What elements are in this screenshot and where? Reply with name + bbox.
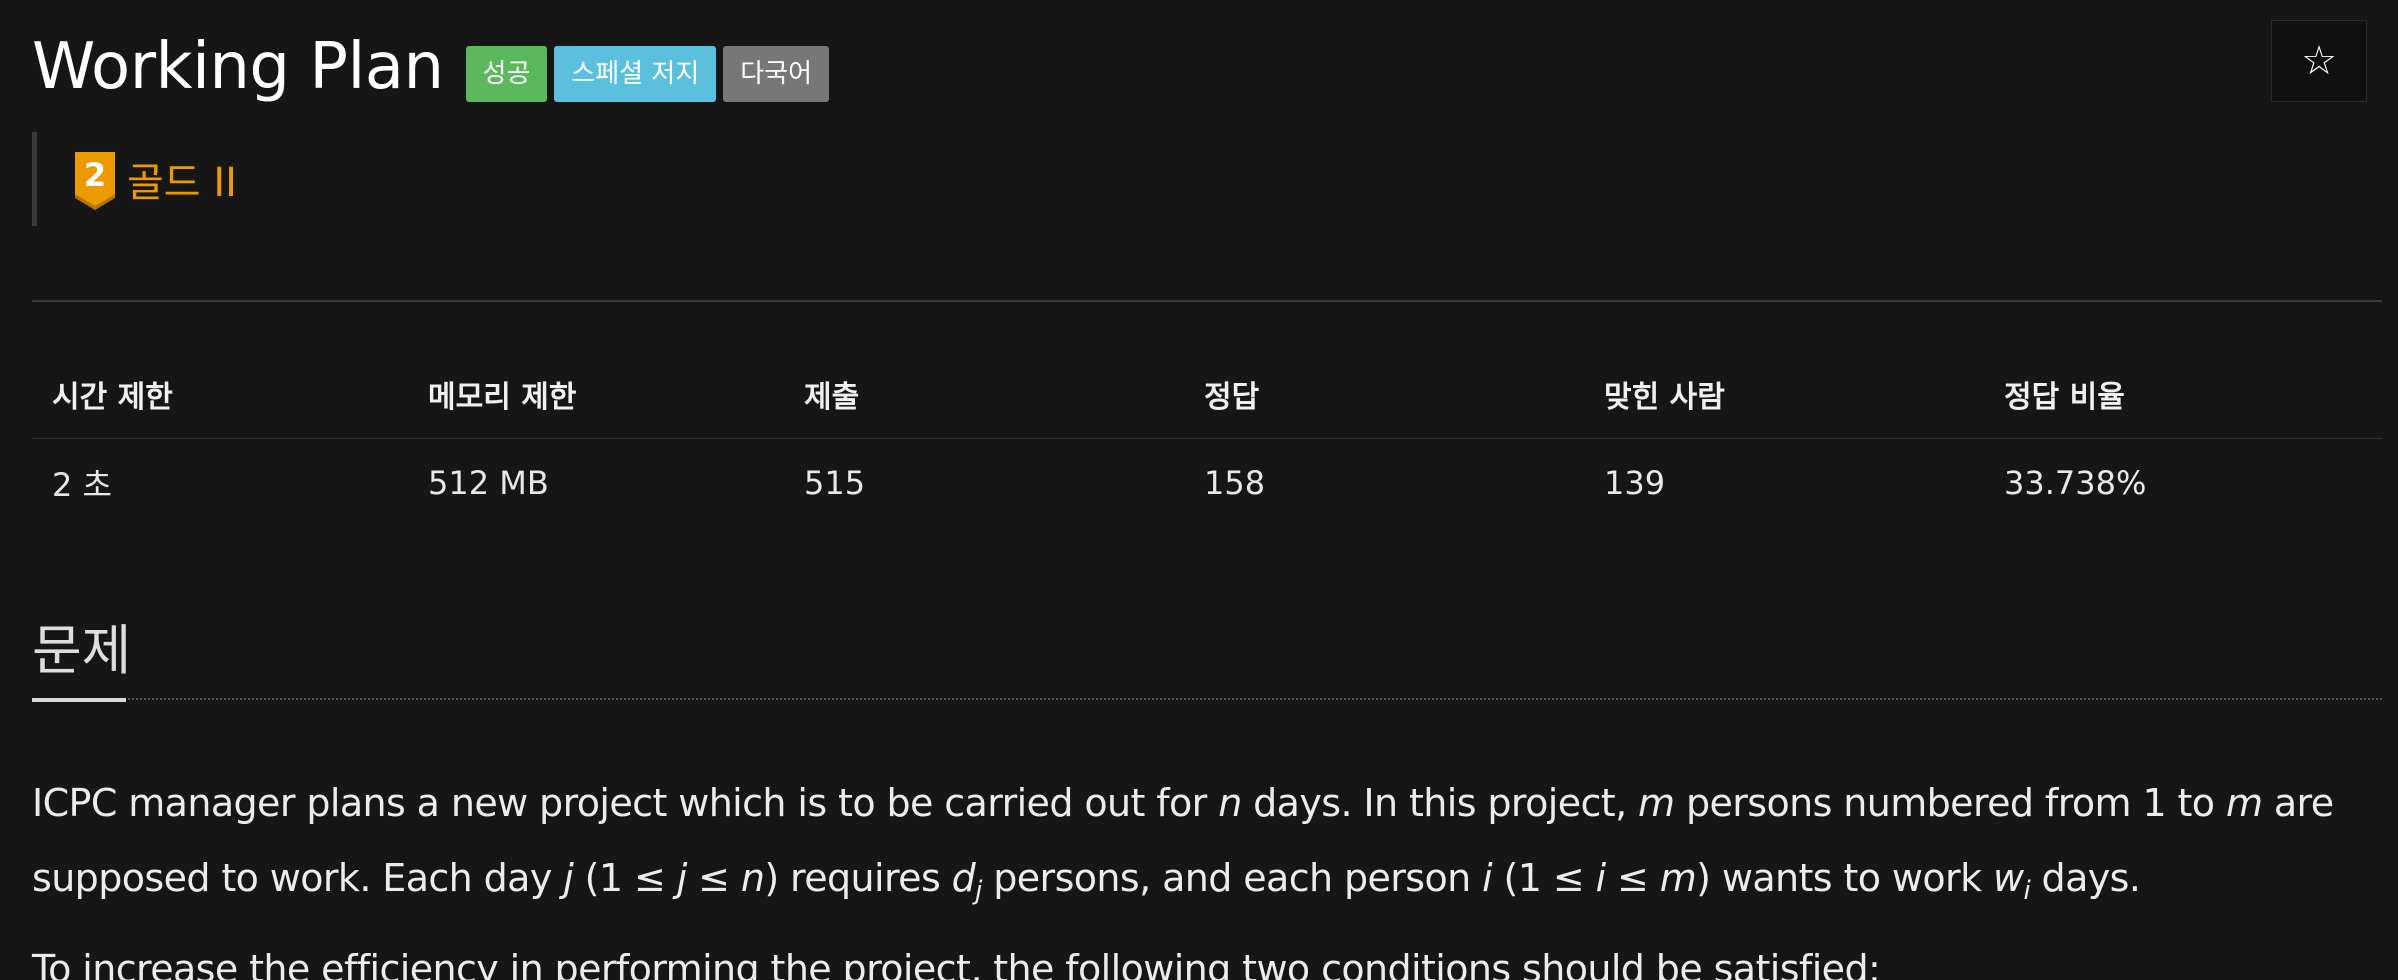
description-line-2: supposed to work. Each day j (1 ≤ j ≤ n)… <box>32 856 2141 906</box>
section-underline <box>32 698 126 702</box>
favorite-button[interactable]: ☆ <box>2271 20 2367 102</box>
tier-blockquote: 2 골드 II <box>32 132 237 226</box>
status-badge-multilingual[interactable]: 다국어 <box>723 46 830 102</box>
value-submissions[interactable]: 515 <box>784 439 1184 528</box>
title-row: Working Plan 성공 스페셜 저지 다국어 <box>32 22 830 112</box>
section-title: 문제 <box>32 619 132 682</box>
problem-info-table: 시간 제한 메모리 제한 제출 정답 맞힌 사람 정답 비율 2 초 512 M… <box>32 350 2382 527</box>
header-accept-ratio: 정답 비율 <box>1984 350 2382 439</box>
table-row: 2 초 512 MB 515 158 139 33.738% <box>32 439 2382 528</box>
header-accepted: 정답 <box>1184 350 1584 439</box>
problem-page: Working Plan 성공 스페셜 저지 다국어 ☆ 2 골드 II 시간 … <box>32 0 2382 980</box>
header-time-limit: 시간 제한 <box>32 350 408 439</box>
description-line-1: ICPC manager plans a new project which i… <box>32 781 2334 825</box>
gold-tier-icon: 2 <box>75 152 115 210</box>
tier-level-text: 2 <box>84 156 106 194</box>
section-dotted-line <box>32 698 2382 700</box>
value-solved-users[interactable]: 139 <box>1584 439 1984 528</box>
header-solved-users: 맞힌 사람 <box>1584 350 1984 439</box>
problem-description: ICPC manager plans a new project which i… <box>32 766 2382 980</box>
value-time-limit: 2 초 <box>52 466 112 504</box>
header-submissions: 제출 <box>784 350 1184 439</box>
value-memory-limit: 512 MB <box>428 464 549 502</box>
divider <box>32 300 2382 302</box>
description-line-3: To increase the efficiency in performing… <box>32 947 1881 980</box>
value-accepted[interactable]: 158 <box>1184 439 1584 528</box>
header-memory-limit: 메모리 제한 <box>408 350 784 439</box>
value-accept-ratio: 33.738% <box>2004 464 2147 502</box>
tier-link[interactable]: 골드 II <box>127 150 237 208</box>
problem-title: Working Plan <box>32 30 444 104</box>
status-badge-success[interactable]: 성공 <box>465 46 548 102</box>
star-icon: ☆ <box>2301 38 2337 84</box>
status-badge-special-judge[interactable]: 스페셜 저지 <box>554 46 717 102</box>
table-header-row: 시간 제한 메모리 제한 제출 정답 맞힌 사람 정답 비율 <box>32 350 2382 439</box>
problem-section-header: 문제 <box>32 602 2382 702</box>
badge-group: 성공 스페셜 저지 다국어 <box>465 46 830 102</box>
